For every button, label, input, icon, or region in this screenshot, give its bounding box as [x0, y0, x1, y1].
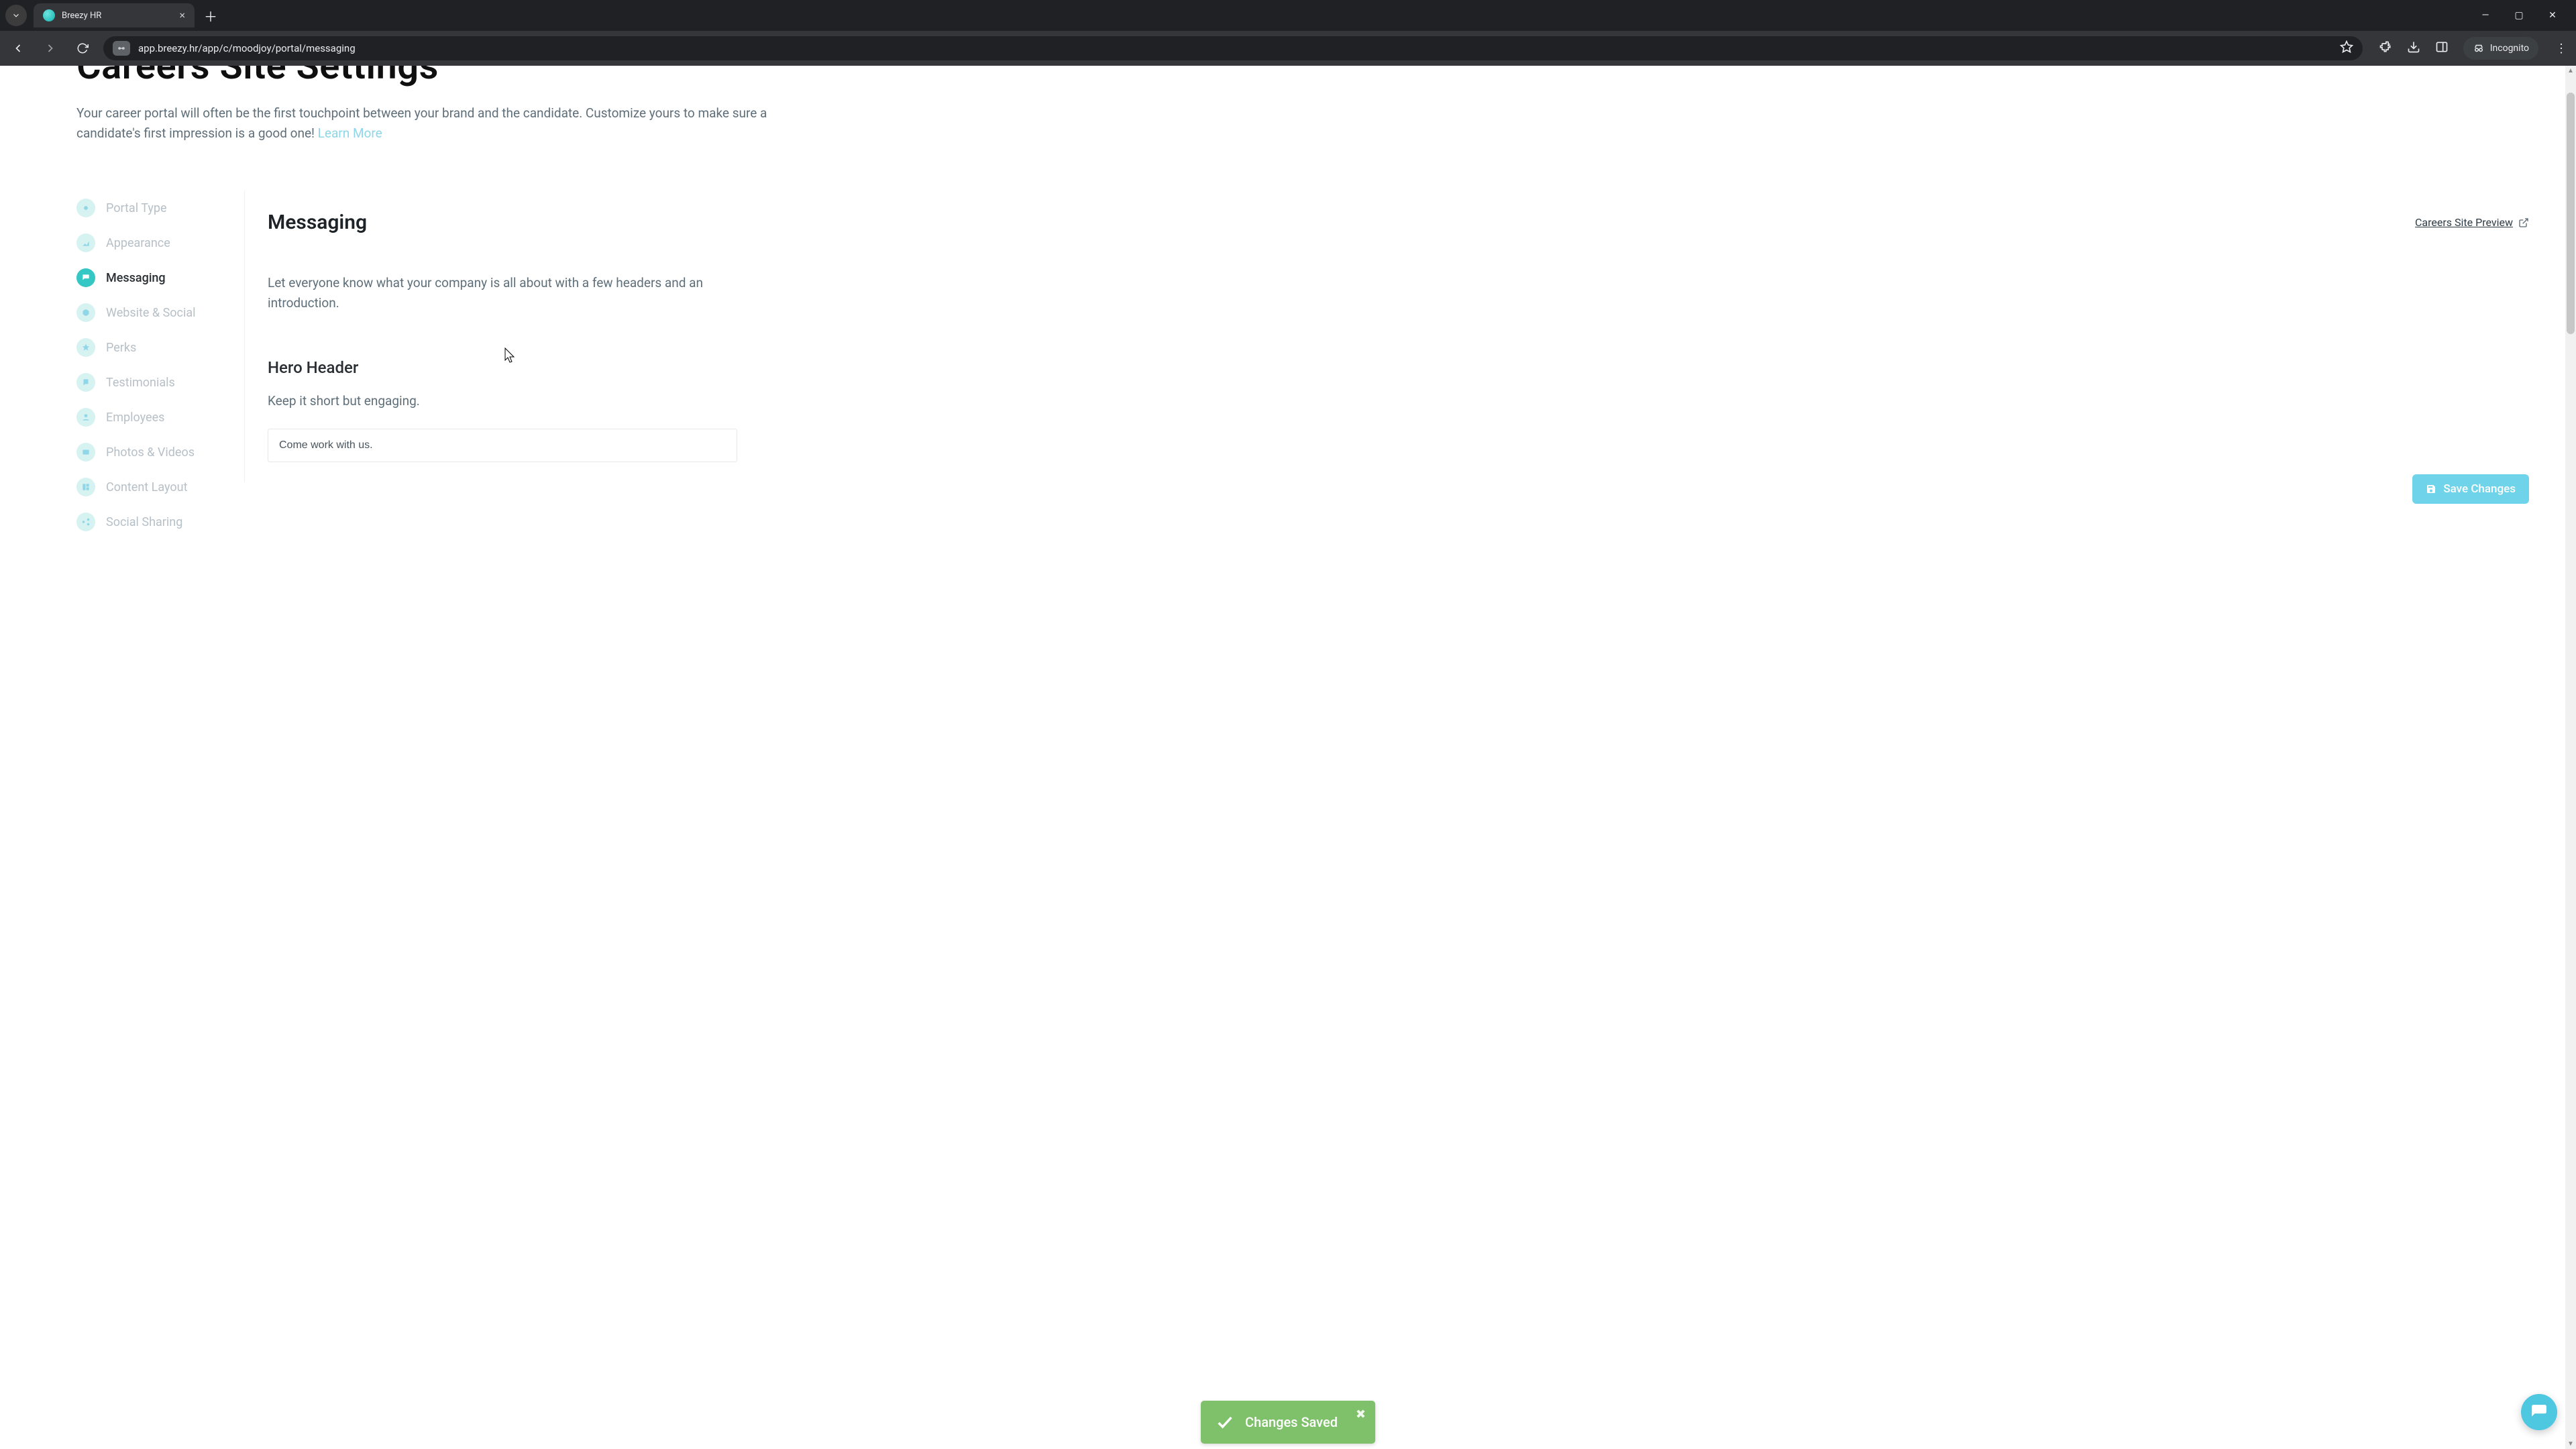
- save-button-label: Save Changes: [2443, 482, 2516, 496]
- tab-title: Breezy HR: [62, 11, 101, 21]
- address-input[interactable]: app.breezy.hr/app/c/moodjoy/portal/messa…: [103, 36, 2363, 60]
- incognito-indicator[interactable]: Incognito: [2463, 37, 2538, 60]
- toast-close-icon[interactable]: ✖: [1356, 1407, 1366, 1421]
- tab-search-dropdown[interactable]: [5, 5, 27, 26]
- browser-chrome: Breezy HR × ＋ — ▢ ✕ app.breezy.hr/app/c/…: [0, 0, 2576, 66]
- tab-close-icon[interactable]: ×: [179, 10, 185, 21]
- sidebar-item-content-layout[interactable]: Content Layout: [76, 470, 244, 504]
- page-intro-text: Your career portal will often be the fir…: [76, 105, 767, 141]
- sidebar-item-perks[interactable]: Perks: [76, 330, 244, 365]
- preview-link-label: Careers Site Preview: [2415, 216, 2513, 229]
- sidebar-item-label: Employees: [106, 411, 164, 425]
- testimonials-icon: [76, 373, 95, 392]
- sidebar-item-appearance[interactable]: Appearance: [76, 225, 244, 260]
- check-icon: [1216, 1413, 1234, 1432]
- messaging-icon: [76, 268, 95, 287]
- window-controls: — ▢ ✕: [2478, 10, 2571, 21]
- appearance-icon: [76, 233, 95, 252]
- messaging-panel: Messaging Careers Site Preview Let every…: [244, 191, 2549, 482]
- bookmark-star-icon[interactable]: [2340, 40, 2353, 56]
- extensions-icon[interactable]: [2379, 40, 2392, 56]
- panel-title: Messaging: [268, 211, 367, 234]
- social-sharing-icon: [76, 513, 95, 531]
- toast-label: Changes Saved: [1245, 1414, 1338, 1430]
- panel-intro: Let everyone know what your company is a…: [268, 273, 731, 313]
- learn-more-link[interactable]: Learn More: [318, 125, 382, 141]
- content-layout-icon: [76, 478, 95, 496]
- downloads-icon[interactable]: [2407, 40, 2420, 56]
- tab-strip: Breezy HR × ＋ — ▢ ✕: [0, 0, 2576, 31]
- side-panel-icon[interactable]: [2435, 40, 2449, 56]
- toolbar-icons: Incognito ⋮: [2379, 37, 2569, 60]
- url-text: app.breezy.hr/app/c/moodjoy/portal/messa…: [138, 42, 2332, 54]
- scroll-up-arrow-icon[interactable]: ▲: [2567, 67, 2575, 74]
- chrome-menu-icon[interactable]: ⋮: [2553, 42, 2569, 56]
- browser-tab[interactable]: Breezy HR ×: [34, 3, 195, 28]
- sidebar-item-website-social[interactable]: Website & Social: [76, 295, 244, 330]
- sidebar-item-messaging[interactable]: Messaging: [76, 260, 244, 295]
- sidebar-item-label: Photos & Videos: [106, 445, 195, 460]
- address-bar: app.breezy.hr/app/c/moodjoy/portal/messa…: [0, 31, 2576, 66]
- sidebar-item-label: Website & Social: [106, 306, 196, 320]
- portal-type-icon: [76, 199, 95, 217]
- chat-icon: [2530, 1403, 2548, 1421]
- viewport-scrollbar[interactable]: ▲ ▼: [2565, 66, 2576, 1449]
- sidebar-item-label: Testimonials: [106, 376, 175, 390]
- website-social-icon: [76, 303, 95, 322]
- new-tab-button[interactable]: ＋: [201, 6, 220, 25]
- nav-back-button[interactable]: [7, 37, 30, 60]
- page-viewport: Careers Site Settings Your career portal…: [0, 66, 2576, 1449]
- settings-side-nav: Portal Type Appearance Messaging Website…: [76, 191, 244, 539]
- hero-header-sub: Keep it short but engaging.: [268, 393, 2529, 409]
- sidebar-item-label: Social Sharing: [106, 515, 182, 529]
- external-link-icon: [2518, 217, 2529, 228]
- sidebar-item-label: Portal Type: [106, 201, 167, 215]
- window-maximize-icon[interactable]: ▢: [2512, 10, 2526, 21]
- sidebar-item-label: Appearance: [106, 236, 170, 250]
- nav-reload-button[interactable]: [71, 37, 94, 60]
- scroll-down-arrow-icon[interactable]: ▼: [2567, 1440, 2575, 1448]
- nav-forward-button[interactable]: [39, 37, 62, 60]
- intercom-launcher[interactable]: [2521, 1394, 2557, 1430]
- sidebar-item-label: Perks: [106, 341, 136, 355]
- save-icon: [2426, 484, 2436, 494]
- window-minimize-icon[interactable]: —: [2478, 10, 2493, 21]
- scrollbar-thumb[interactable]: [2567, 93, 2575, 334]
- page-title: Careers Site Settings: [76, 66, 2549, 87]
- employees-icon: [76, 408, 95, 427]
- photos-videos-icon: [76, 443, 95, 462]
- sidebar-item-photos-videos[interactable]: Photos & Videos: [76, 435, 244, 470]
- sidebar-item-label: Content Layout: [106, 480, 187, 494]
- sidebar-item-social-sharing[interactable]: Social Sharing: [76, 504, 244, 539]
- sidebar-item-testimonials[interactable]: Testimonials: [76, 365, 244, 400]
- window-close-icon[interactable]: ✕: [2545, 10, 2560, 21]
- incognito-label: Incognito: [2490, 43, 2529, 54]
- sidebar-item-employees[interactable]: Employees: [76, 400, 244, 435]
- sidebar-item-portal-type[interactable]: Portal Type: [76, 191, 244, 225]
- site-info-icon[interactable]: [113, 41, 130, 56]
- page-intro: Your career portal will often be the fir…: [76, 103, 774, 144]
- perks-icon: [76, 338, 95, 357]
- changes-saved-toast: Changes Saved ✖: [1201, 1401, 1375, 1444]
- hero-header-title: Hero Header: [268, 358, 2529, 377]
- save-changes-button[interactable]: Save Changes: [2412, 474, 2529, 504]
- hero-header-input[interactable]: [268, 429, 737, 462]
- careers-site-preview-link[interactable]: Careers Site Preview: [2415, 216, 2529, 229]
- sidebar-item-label: Messaging: [106, 271, 166, 285]
- tab-favicon: [43, 9, 55, 21]
